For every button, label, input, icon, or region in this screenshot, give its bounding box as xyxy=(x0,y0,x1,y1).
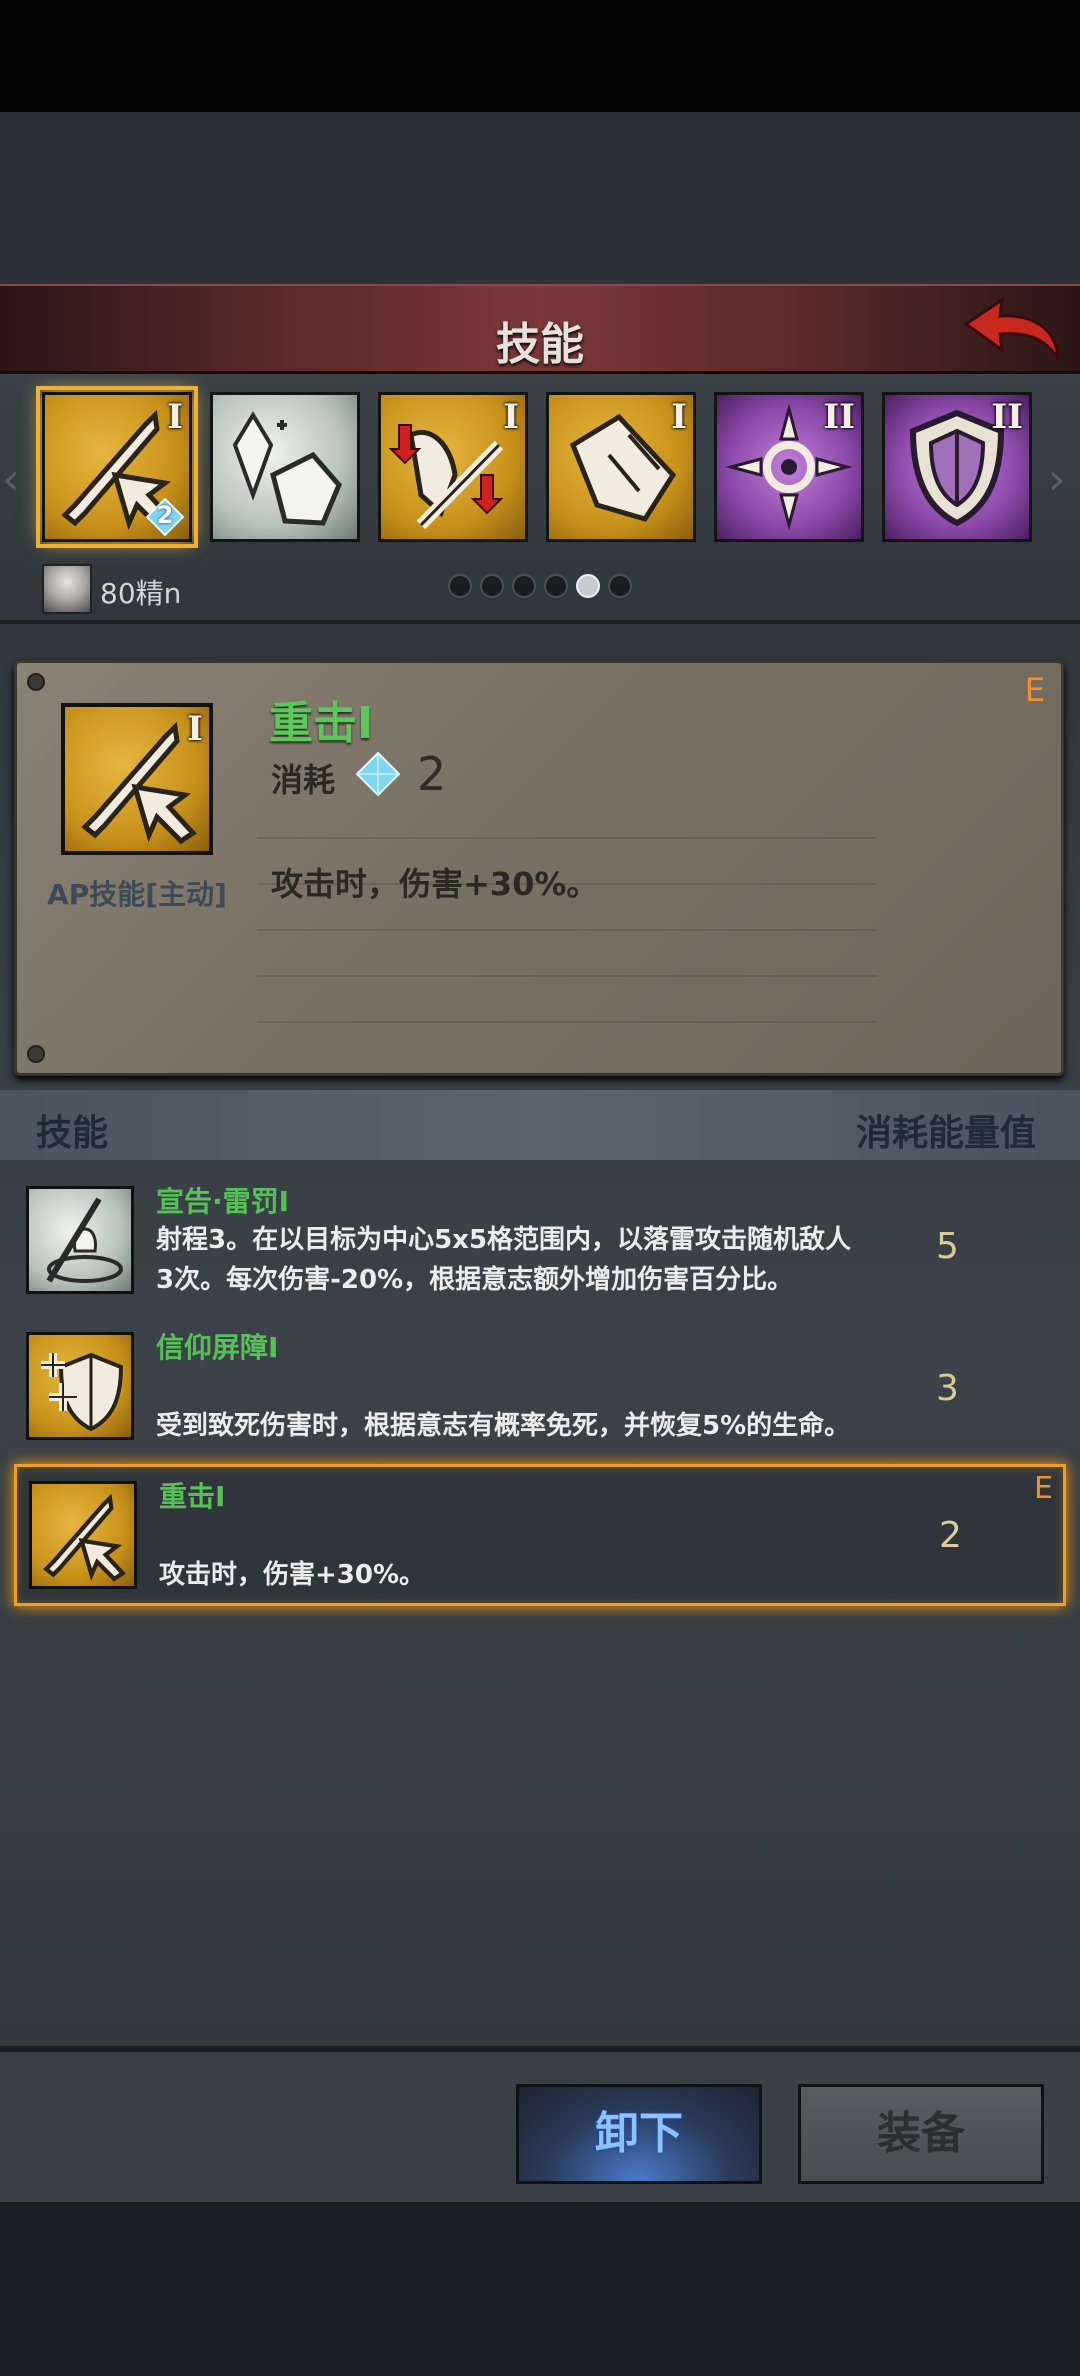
character-avatar xyxy=(42,564,92,614)
skill-item-name: 宣告·雷罚I xyxy=(156,1185,290,1218)
back-arrow-icon xyxy=(963,296,1060,364)
panel-stud xyxy=(27,1045,45,1063)
prev-arrow-icon[interactable]: ‹ xyxy=(2,454,32,534)
skill-item-desc: 受到致死伤害时，根据意志有概率免死，并恢复5%的生命。 xyxy=(156,1411,851,1441)
thunder-judgment-icon xyxy=(26,1186,134,1294)
skill-header: 技能 xyxy=(0,284,1080,374)
equip-button[interactable]: 装备 xyxy=(798,2084,1044,2184)
skill-item-name: 重击I xyxy=(159,1480,226,1513)
cost-value: 2 xyxy=(417,747,447,801)
skill-list-header: 技能 消耗能量值 xyxy=(0,1090,1080,1160)
skill-detail-panel: I AP技能[主动] 重击I 消耗 2 攻击时，伤害+30%。 E xyxy=(14,660,1064,1076)
status-bar xyxy=(0,0,1080,112)
next-arrow-icon[interactable]: › xyxy=(1048,454,1078,534)
cost-gem-icon: 2 xyxy=(145,497,185,537)
skill-item-desc: 3次。每次伤害-20%，根据意志额外增加伤害百分比。 xyxy=(156,1265,794,1295)
tab-tier: II xyxy=(823,397,855,437)
skill-name: 重击I xyxy=(269,698,374,749)
skill-item-cost: 5 xyxy=(936,1226,959,1267)
page-dot xyxy=(448,574,472,598)
tab-cost: 2 xyxy=(156,501,174,529)
skill-list-item-selected[interactable]: 重击I 攻击时，伤害+30%。 2 E xyxy=(14,1464,1066,1606)
detail-tier: I xyxy=(187,709,203,749)
page-dot xyxy=(512,574,536,598)
tab-tier: I xyxy=(167,397,183,437)
skill-item-desc: 攻击时，伤害+30%。 xyxy=(159,1560,426,1590)
skill-list-item[interactable]: 宣告·雷罚I 射程3。在以目标为中心5x5格范围内，以落雷攻击随机敌人 3次。每… xyxy=(14,1172,1066,1314)
skill-item-name: 信仰屏障I xyxy=(156,1331,279,1364)
skill-item-cost: 2 xyxy=(939,1515,962,1556)
unequip-button[interactable]: 卸下 xyxy=(516,2084,762,2184)
skill-type: AP技能[主动] xyxy=(47,878,227,911)
skill-column-header: 技能 xyxy=(36,1113,109,1154)
cost-column-header: 消耗能量值 xyxy=(855,1113,1036,1154)
grade-badge: E xyxy=(1034,1471,1053,1506)
page-dot xyxy=(608,574,632,598)
skill-tab-4[interactable]: I xyxy=(546,392,696,542)
page-dot xyxy=(480,574,504,598)
bottom-bar xyxy=(0,2202,1080,2376)
skill-tab-2[interactable] xyxy=(210,392,360,542)
back-button[interactable] xyxy=(962,294,1062,366)
skill-tab-1[interactable]: I 2 xyxy=(36,386,198,548)
tab-tier: I xyxy=(671,397,687,437)
skill-tab-strip: ‹ › I 2 I I II II 80精n xyxy=(0,374,1080,624)
page-title: 技能 xyxy=(496,319,584,370)
skill-item-cost: 3 xyxy=(936,1368,959,1409)
skill-description: 攻击时，伤害+30%。 xyxy=(271,865,599,903)
skill-tab-3[interactable]: I xyxy=(378,392,528,542)
tab-tier: I xyxy=(503,397,519,437)
skill-tab-6[interactable]: II xyxy=(882,392,1032,542)
faith-barrier-icon xyxy=(26,1332,134,1440)
page-dot-active xyxy=(576,574,600,598)
action-bar: 卸下 装备 xyxy=(0,2046,1080,2202)
grade-badge: E xyxy=(1024,671,1045,709)
skill-item-desc: 射程3。在以目标为中心5x5格范围内，以落雷攻击随机敌人 xyxy=(156,1225,852,1255)
sword-strike-icon xyxy=(29,1481,137,1589)
skill-tab-5[interactable]: II xyxy=(714,392,864,542)
cost-label: 消耗 xyxy=(271,761,336,799)
energy-gem-icon xyxy=(355,751,401,797)
page-dot xyxy=(544,574,568,598)
character-name: 80精n xyxy=(100,577,182,610)
parchment-lines xyxy=(257,793,877,1053)
tab-tier: II xyxy=(991,397,1023,437)
skill-list-item[interactable]: 信仰屏障I 受到致死伤害时，根据意志有概率免死，并恢复5%的生命。 3 xyxy=(14,1318,1066,1460)
panel-stud xyxy=(27,673,45,691)
detail-skill-icon: I xyxy=(61,703,213,855)
crystal-gauntlet-icon xyxy=(232,411,342,526)
